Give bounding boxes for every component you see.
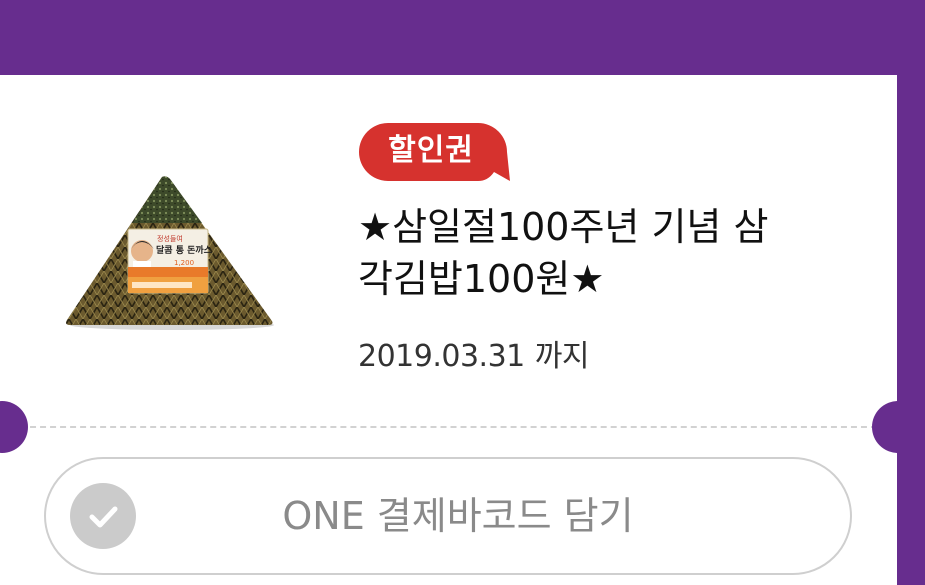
coupon-title: ★삼일절100주년 기념 삼 각김밥100원★ (358, 201, 828, 305)
expiry-suffix: 까지 (534, 339, 590, 374)
add-to-one-barcode-button[interactable]: ONE 결제바코드 담기 (44, 457, 852, 575)
discount-badge: 할인권 (358, 122, 510, 182)
svg-text:달콤 통 돈까스: 달콤 통 돈까스 (156, 244, 213, 256)
svg-text:정성들여: 정성들여 (157, 234, 183, 243)
perforation-divider (0, 426, 897, 428)
coupon-card: 정성들여 달콤 통 돈까스 1,200 할인권 ★삼일절100주년 기념 삼 각… (0, 75, 897, 585)
coupon-title-line-1: ★삼일절100주년 기념 삼 (358, 205, 769, 249)
coupon-title-line-2: 각김밥100원★ (358, 257, 605, 301)
svg-text:1,200: 1,200 (174, 259, 194, 267)
expiry-date: 2019.03.31 (358, 339, 525, 374)
expiry-text: 2019.03.31 까지 (358, 331, 589, 375)
onigiri-product-image: 정성들여 달콤 통 돈까스 1,200 (62, 175, 280, 335)
discount-badge-label: 할인권 (388, 133, 474, 168)
barcode-button-label: ONE 결제바코드 담기 (282, 494, 634, 538)
ticket-notch-left (0, 401, 28, 453)
ticket-notch-right (872, 401, 897, 453)
